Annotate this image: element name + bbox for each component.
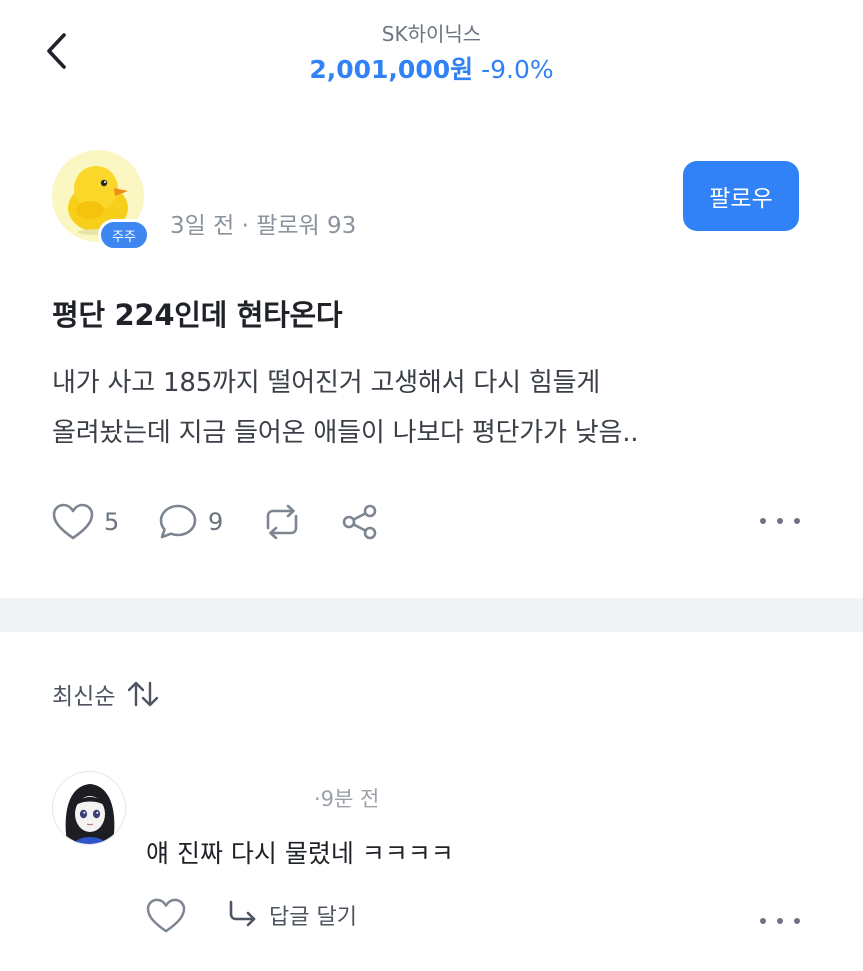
reply-label: 답글 달기	[269, 905, 357, 930]
stock-price: 2,001,000원	[309, 55, 474, 84]
section-divider	[0, 598, 863, 632]
more-dot-icon	[760, 918, 766, 924]
more-dot-icon	[760, 518, 766, 524]
stock-change: -9.0%	[481, 55, 554, 84]
post-body-line: 내가 사고 185까지 떨어진거 고생해서 다시 힘들게	[52, 368, 601, 398]
like-count: 5	[104, 508, 120, 536]
post-title: 평단 224인데 현타온다	[52, 298, 343, 332]
repost-button[interactable]	[260, 500, 304, 544]
repost-icon	[266, 504, 298, 540]
sort-label: 최신순	[52, 684, 116, 710]
post-body-line: 올려놨는데 지금 들어온 애들이 나보다 평단가가 낮음..	[52, 418, 639, 448]
comment-text: 얘 진짜 다시 물렸네 ㅋㅋㅋㅋ	[146, 839, 454, 868]
top-header: SK하이닉스 2,001,000원 -9.0%	[0, 0, 863, 110]
reply-button[interactable]: 답글 달기	[225, 893, 357, 937]
share-icon	[342, 504, 377, 540]
comment-more-button[interactable]	[760, 906, 800, 936]
sort-arrows-icon	[128, 681, 159, 707]
like-button[interactable]: 5	[52, 500, 119, 544]
stock-name: SK하이닉스	[381, 22, 482, 46]
comment-like-button[interactable]	[145, 895, 187, 937]
shareholder-badge: 주주	[98, 219, 150, 251]
post-meta: 3일 전 · 팔로워 93	[170, 213, 357, 239]
comment-count: 9	[208, 508, 224, 536]
commenter-avatar[interactable]	[52, 771, 126, 845]
follow-button[interactable]: 팔로우	[683, 161, 799, 231]
more-dot-icon	[777, 918, 783, 924]
post-more-button[interactable]	[760, 506, 800, 536]
post-actions: 5 9	[52, 500, 812, 544]
share-button[interactable]	[340, 500, 380, 544]
sort-toggle[interactable]: 최신순	[52, 672, 161, 716]
comment-meta: ·9분 전	[314, 787, 380, 811]
more-dot-icon	[777, 518, 783, 524]
stock-price-row: 2,001,000원 -9.0%	[0, 50, 863, 86]
reply-arrow-icon	[229, 900, 256, 927]
heart-icon	[52, 503, 94, 540]
more-dot-icon	[794, 518, 800, 524]
heart-icon	[146, 898, 186, 933]
speech-bubble-icon	[159, 504, 197, 539]
more-dot-icon	[794, 918, 800, 924]
anime-girl-avatar-image	[53, 772, 125, 844]
post-body: 내가 사고 185까지 떨어진거 고생해서 다시 힘들게 올려놨는데 지금 들어…	[52, 358, 822, 458]
comment-button[interactable]: 9	[158, 500, 223, 544]
